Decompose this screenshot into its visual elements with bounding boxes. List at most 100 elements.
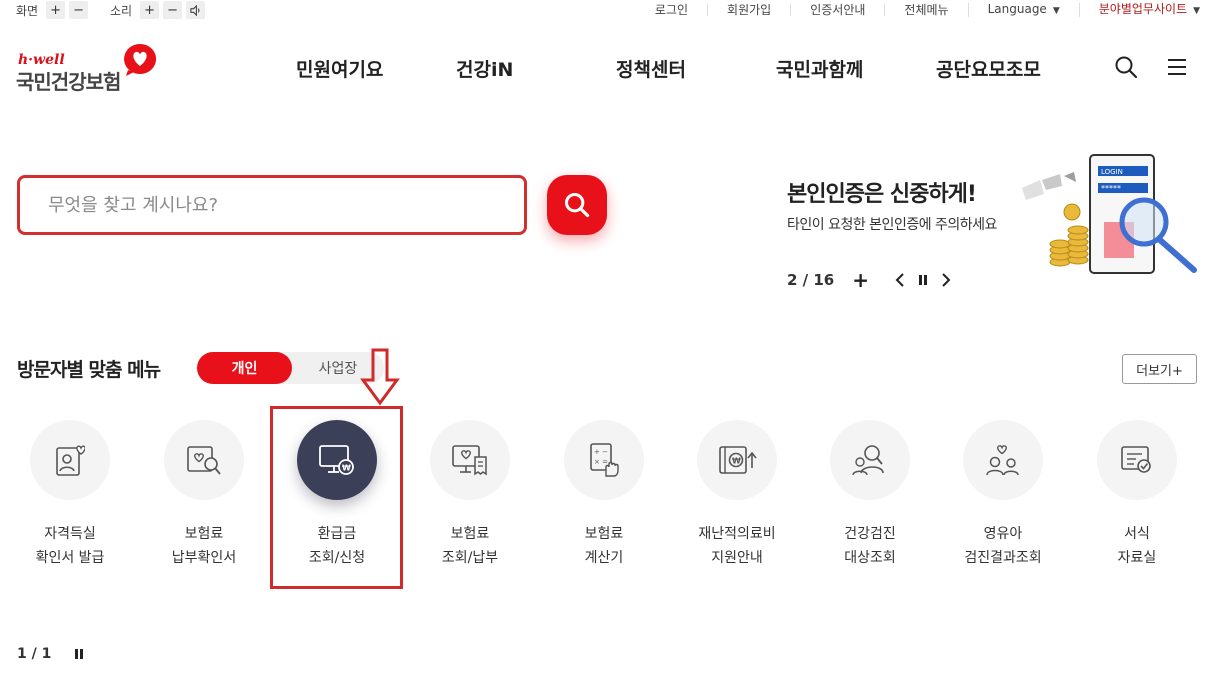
toggle-personal[interactable]: 개인 — [197, 352, 292, 384]
menu-label-line2: 계산기 — [584, 550, 624, 566]
screen-zoom-label: 화면 — [16, 3, 39, 18]
utility-bar: 화면 + − 소리 + − 로그인 회원가입 인증서안내 전체메뉴 Langua… — [0, 0, 1218, 20]
menu-label-line2: 확인서 발급 — [35, 550, 105, 566]
menu-item-checkup[interactable]: 건강검진 대상조회 — [810, 420, 930, 570]
menu-item-forms[interactable]: 서식 자료실 — [1077, 420, 1197, 570]
medical-support-icon: ₩ — [719, 446, 757, 474]
menu-icon-circle — [830, 420, 910, 500]
nav-item-health-in[interactable]: 건강iN — [456, 55, 513, 82]
menu-label-line2: 조회/신청 — [308, 550, 366, 566]
search-input[interactable] — [20, 178, 524, 232]
svg-text:+ −: + − — [594, 448, 608, 456]
menu-label-line1: 보험료 — [184, 526, 224, 542]
svg-text:₩: ₩ — [732, 457, 741, 466]
forms-icon — [1121, 446, 1151, 473]
hamburger-menu-icon[interactable] — [1165, 55, 1189, 79]
sound-down-button[interactable]: − — [163, 1, 183, 19]
chevron-left-icon[interactable] — [895, 273, 905, 287]
menu-item-qualification[interactable]: 자격득실 확인서 발급 — [10, 420, 130, 570]
nav-item-policy[interactable]: 정책센터 — [616, 55, 686, 82]
infant-icon — [986, 445, 1019, 476]
annotation-down-arrow — [360, 348, 400, 406]
login-link[interactable]: 로그인 — [636, 4, 707, 16]
menu-label-line1: 건강검진 — [844, 526, 896, 542]
menu-item-infant[interactable]: 영유아 검진결과조회 — [943, 420, 1063, 570]
menu-icon-circle — [164, 420, 244, 500]
menu-label-line1: 영유아 — [983, 526, 1023, 542]
more-button[interactable]: 더보기+ — [1122, 354, 1197, 384]
menu-pager-text: 1 / 1 — [17, 646, 52, 662]
menu-pager: 1 / 1 — [17, 646, 85, 662]
language-label: Language — [987, 2, 1047, 16]
speaker-icon[interactable] — [186, 1, 206, 19]
search-icon[interactable] — [1114, 55, 1138, 79]
menu-label-line1: 재난적의료비 — [698, 526, 776, 542]
screen-zoom-controls: 화면 + − — [16, 0, 89, 20]
section-title: 방문자별 맞춤 메뉴 — [17, 359, 161, 381]
menu-label-line1: 보험료 — [584, 526, 624, 542]
banner-title: 본인인증은 신중하게! — [787, 182, 977, 207]
menu-label-line1: 보험료 — [450, 526, 490, 542]
certificate-link[interactable]: 인증서안내 — [790, 4, 884, 16]
menu-item-refund[interactable]: ₩ 환급금 조회/신청 — [277, 420, 397, 570]
refund-icon: ₩ — [319, 445, 354, 475]
screen-zoom-out-button[interactable]: − — [69, 1, 89, 19]
banner-pager: 2 / 16 — [787, 271, 835, 289]
menu-label-line1: 자격득실 — [44, 526, 96, 542]
plus-icon[interactable]: + — [852, 268, 869, 292]
menu-icon-circle — [963, 420, 1043, 500]
caret-down-icon: ▼ — [1052, 6, 1060, 16]
menu-label-line2: 대상조회 — [844, 550, 896, 566]
search-icon — [564, 192, 590, 218]
menu-icon-circle: + − × = — [564, 420, 644, 500]
menu-item-payment-confirm[interactable]: 보험료 납부확인서 — [144, 420, 264, 570]
menu-label-line1: 환급금 — [317, 526, 357, 542]
business-sites-select[interactable]: 분야별업무사이트 ▼ — [1078, 2, 1200, 17]
menu-label-line2: 자료실 — [1117, 550, 1157, 566]
menu-item-medical-support[interactable]: ₩ 재난적의료비 지원안내 — [677, 420, 797, 570]
chevron-right-icon[interactable] — [941, 273, 951, 287]
language-select[interactable]: Language ▼ — [967, 2, 1079, 17]
sound-controls: 소리 + − — [110, 0, 206, 20]
menu-label-line2: 검진결과조회 — [964, 550, 1042, 566]
banner-controls: 2 / 16 + — [787, 268, 951, 292]
pause-icon[interactable] — [73, 647, 85, 661]
menu-icon-circle: ₩ — [697, 420, 777, 500]
password-illustration-text: ***** — [1101, 184, 1121, 193]
menu-label-line2: 지원안내 — [711, 550, 763, 566]
signup-link[interactable]: 회원가입 — [707, 4, 790, 16]
menu-icon-circle — [30, 420, 110, 500]
menu-icon-circle — [430, 420, 510, 500]
all-menu-link[interactable]: 전체메뉴 — [884, 4, 967, 16]
business-sites-label: 분야별업무사이트 — [1098, 2, 1188, 16]
sound-up-button[interactable]: + — [140, 1, 160, 19]
payment-confirm-icon — [187, 446, 221, 475]
calculator-icon: + − × = — [590, 443, 619, 477]
search-field-container — [17, 175, 527, 235]
sound-label: 소리 — [110, 3, 133, 18]
premium-inquiry-icon — [452, 445, 487, 476]
nav-item-about[interactable]: 공단요모조모 — [936, 55, 1041, 82]
banner-description: 타인이 요청한 본인인증에 주의하세요 — [787, 217, 997, 233]
menu-label-line2: 조회/납부 — [441, 550, 499, 566]
main-navigation: 민원여기요 건강iN 정책센터 국민과함께 공단요모조모 — [0, 55, 1218, 85]
qualification-icon — [56, 445, 85, 476]
visitor-type-toggle: 개인 사업장 — [197, 352, 384, 384]
pause-icon[interactable] — [917, 273, 929, 287]
screen-zoom-in-button[interactable]: + — [46, 1, 66, 19]
menu-item-calculator[interactable]: + − × = 보험료 계산기 — [544, 420, 664, 570]
login-illustration-text: LOGIN — [1101, 168, 1123, 176]
menu-label-line1: 서식 — [1124, 526, 1150, 542]
menu-item-premium-inquiry[interactable]: 보험료 조회/납부 — [410, 420, 530, 570]
caret-down-icon: ▼ — [1193, 6, 1200, 16]
svg-text:₩: ₩ — [342, 464, 351, 473]
menu-icon-circle — [1097, 420, 1177, 500]
nav-item-civil[interactable]: 민원여기요 — [296, 55, 383, 82]
checkup-icon — [852, 445, 884, 476]
nav-item-with-people[interactable]: 국민과함께 — [776, 55, 863, 82]
login-security-illustration: LOGIN ***** — [1022, 154, 1197, 274]
search-button[interactable] — [547, 175, 607, 235]
menu-icon-circle-active: ₩ — [297, 420, 377, 500]
svg-text:× =: × = — [594, 458, 608, 466]
utility-links: 로그인 회원가입 인증서안내 전체메뉴 Language ▼ 분야별업무사이트 ▼ — [636, 0, 1200, 20]
